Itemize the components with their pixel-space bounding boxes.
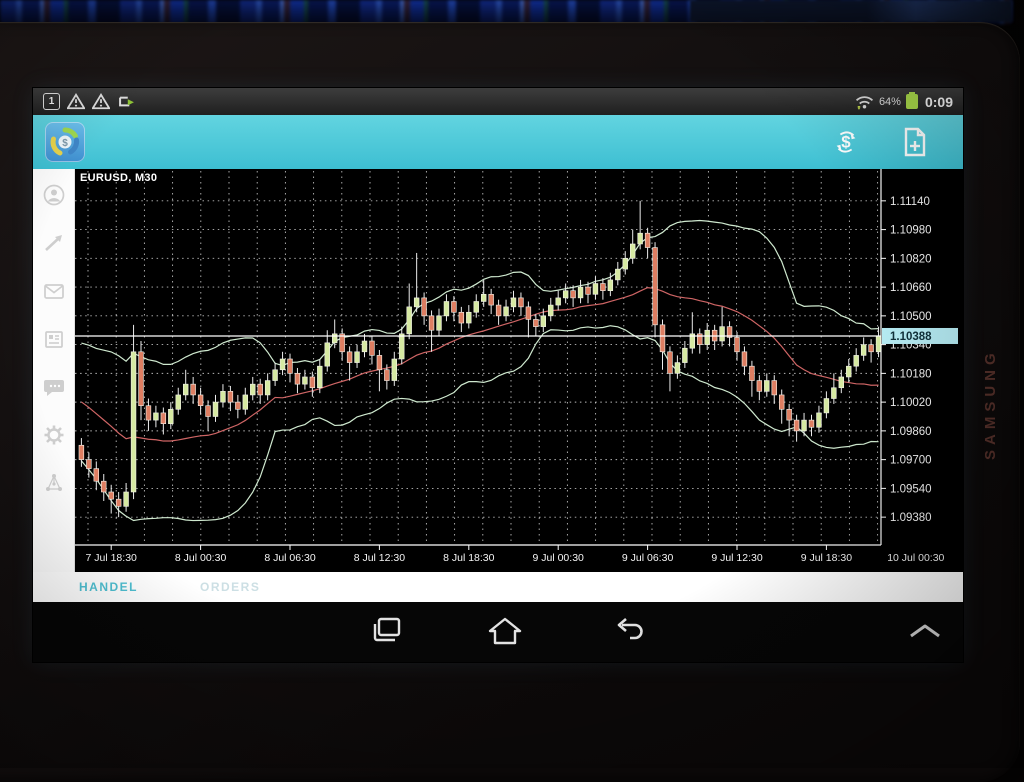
settings-gear-icon[interactable] <box>42 423 66 447</box>
svg-text:1.10820: 1.10820 <box>890 253 932 265</box>
svg-text:1.09860: 1.09860 <box>890 426 932 438</box>
android-nav-bar <box>33 602 963 662</box>
symbol-timeframe-label: EURUSD, M30 <box>80 172 157 184</box>
svg-text:8 Jul 12:30: 8 Jul 12:30 <box>354 552 406 564</box>
status-bar: 1 64% <box>33 88 963 115</box>
svg-text:1.10388: 1.10388 <box>890 331 932 343</box>
svg-text:9 Jul 18:30: 9 Jul 18:30 <box>801 552 853 564</box>
main-content: EURUSD, M30 1.11140 1.10980 1.10820 1.10660… <box>33 169 963 572</box>
wifi-icon <box>855 94 874 110</box>
chart-area[interactable]: EURUSD, M30 1.11140 1.10980 1.10820 1.10660… <box>75 169 963 572</box>
svg-text:1.10660: 1.10660 <box>890 282 932 294</box>
new-order-icon[interactable] <box>901 127 929 157</box>
expand-chevron-icon[interactable] <box>905 622 945 640</box>
tablet-device: SAMSUNG 1 <box>0 22 1020 782</box>
svg-text:8 Jul 18:30: 8 Jul 18:30 <box>443 552 495 564</box>
tab-orders[interactable]: ORDERS <box>200 580 260 594</box>
sidebar <box>33 169 75 572</box>
tab-bar: HANDEL ORDERS <box>33 572 963 602</box>
svg-text:1.11140: 1.11140 <box>890 196 930 208</box>
svg-text:1.09540: 1.09540 <box>890 483 932 495</box>
news-icon[interactable] <box>42 327 66 351</box>
svg-text:1.10180: 1.10180 <box>890 368 932 380</box>
svg-text:8 Jul 06:30: 8 Jul 06:30 <box>264 552 316 564</box>
tablet-screen: 1 64% <box>33 88 963 662</box>
battery-icon <box>906 94 918 109</box>
account-icon[interactable] <box>42 183 66 207</box>
recent-apps-button[interactable] <box>370 615 404 647</box>
svg-text:1.09700: 1.09700 <box>890 455 932 467</box>
svg-text:1.10500: 1.10500 <box>890 311 932 323</box>
community-icon[interactable] <box>42 471 66 495</box>
home-button[interactable] <box>487 615 523 647</box>
mail-icon[interactable] <box>42 279 66 303</box>
clock: 0:09 <box>925 94 953 110</box>
notification-count-icon[interactable]: 1 <box>43 93 60 110</box>
svg-text:8 Jul 00:30: 8 Jul 00:30 <box>175 552 227 564</box>
warning-icon <box>92 93 110 110</box>
svg-text:10 Jul 00:30: 10 Jul 00:30 <box>887 552 944 564</box>
metatrader-logo[interactable]: $ <box>45 122 85 162</box>
svg-text:1.09380: 1.09380 <box>890 512 932 524</box>
trade-arrow-icon[interactable] <box>42 231 66 255</box>
price-chart[interactable]: 1.11140 1.10980 1.10820 1.10660 1.10500 1.103… <box>75 169 963 572</box>
samsung-logo: SAMSUNG <box>982 280 999 460</box>
svg-text:$: $ <box>62 138 68 149</box>
svg-text:9 Jul 06:30: 9 Jul 06:30 <box>622 552 674 564</box>
svg-text:9 Jul 00:30: 9 Jul 00:30 <box>533 552 585 564</box>
app-toolbar: $ $ <box>33 115 963 169</box>
warning-icon <box>67 93 85 110</box>
screenshot-forward-icon <box>117 93 137 110</box>
back-button[interactable] <box>612 615 646 647</box>
battery-percent: 64% <box>879 96 901 108</box>
trade-currency-icon[interactable]: $ <box>831 127 861 157</box>
svg-text:9 Jul 12:30: 9 Jul 12:30 <box>711 552 763 564</box>
svg-text:1.10980: 1.10980 <box>890 225 932 237</box>
tab-handel[interactable]: HANDEL <box>79 580 138 594</box>
svg-text:$: $ <box>841 133 851 152</box>
background-monitor-edge <box>690 0 1012 22</box>
chat-icon[interactable] <box>42 375 66 399</box>
svg-text:1.10020: 1.10020 <box>890 397 932 409</box>
svg-text:7 Jul 18:30: 7 Jul 18:30 <box>86 552 138 564</box>
